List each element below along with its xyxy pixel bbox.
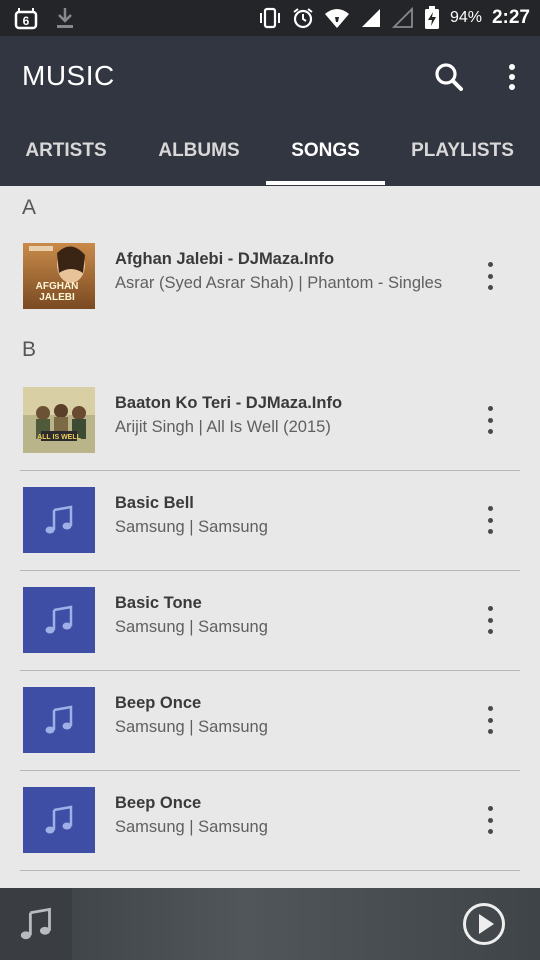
album-art-placeholder: [23, 787, 95, 853]
tab-albums[interactable]: ALBUMS: [132, 128, 266, 186]
album-art-placeholder: [23, 487, 95, 553]
mini-player[interactable]: [0, 888, 540, 960]
more-vert-icon[interactable]: [478, 506, 502, 534]
section-header-b: B: [22, 338, 37, 361]
signal-empty-icon: [391, 7, 413, 28]
music-note-icon: [45, 605, 73, 634]
svg-text:6: 6: [23, 14, 30, 28]
more-vert-icon[interactable]: [478, 806, 502, 834]
song-row[interactable]: ALL IS WELL Baaton Ko Teri - DJMaza.Info…: [0, 370, 540, 470]
tab-artists[interactable]: ARTISTS: [0, 128, 132, 186]
play-icon: [463, 903, 505, 945]
music-note-icon: [20, 907, 51, 940]
vibrate-icon: [259, 7, 280, 29]
svg-text:JALEBI: JALEBI: [39, 292, 75, 303]
app-title: MUSIC: [22, 60, 115, 91]
album-art-placeholder: [23, 587, 95, 653]
mini-player-art[interactable]: [0, 888, 72, 960]
more-vert-icon: [509, 64, 515, 90]
album-art: AFGHAN JALEBI: [23, 243, 95, 309]
tab-playlists[interactable]: PLAYLISTS: [385, 128, 540, 186]
music-note-icon: [45, 805, 73, 834]
song-subtitle: Samsung | Samsung: [115, 718, 268, 736]
alarm-icon: [293, 8, 313, 29]
song-row[interactable]: Beep Once Samsung | Samsung: [0, 670, 540, 770]
song-list[interactable]: A AFGHAN JALEBI Afghan Jalebi - DJMaza.I…: [0, 186, 540, 888]
battery-charging-icon: [424, 6, 439, 29]
song-title: Afghan Jalebi - DJMaza.Info: [115, 250, 335, 268]
app-bar: MUSIC ARTISTS ALBUMS SONGS PLAYLISTS: [0, 36, 540, 186]
search-icon: [435, 63, 463, 91]
signal-icon: [361, 9, 380, 27]
svg-text:AFGHAN: AFGHAN: [36, 281, 79, 292]
more-vert-icon[interactable]: [478, 406, 502, 434]
search-button[interactable]: [432, 60, 466, 94]
music-note-icon: [45, 505, 73, 534]
album-art-placeholder: [23, 687, 95, 753]
clock: 2:27: [491, 7, 530, 28]
song-subtitle: Arijit Singh | All Is Well (2015): [115, 418, 331, 436]
song-title: Basic Bell: [115, 494, 194, 512]
download-icon: [57, 8, 73, 28]
svg-text:ALL IS WELL: ALL IS WELL: [37, 434, 82, 441]
song-row[interactable]: Basic Bell Samsung | Samsung: [0, 470, 540, 570]
song-title: Beep Once: [115, 794, 202, 812]
song-row[interactable]: Beep Once Samsung | Samsung: [0, 770, 540, 870]
song-subtitle: Samsung | Samsung: [115, 818, 268, 836]
section-header-a: A: [22, 196, 37, 219]
album-art: ALL IS WELL: [23, 387, 95, 453]
song-subtitle: Samsung | Samsung: [115, 618, 268, 636]
song-subtitle: Asrar (Syed Asrar Shah) | Phantom - Sing…: [115, 274, 443, 292]
status-bar: 6 94% 2:27: [0, 0, 540, 36]
active-tab-indicator: [266, 181, 385, 185]
song-title: Beep Once: [115, 694, 202, 712]
overflow-menu-button[interactable]: [498, 60, 526, 94]
tab-bar: ARTISTS ALBUMS SONGS PLAYLISTS: [0, 128, 540, 186]
divider: [20, 870, 520, 871]
song-subtitle: Samsung | Samsung: [115, 518, 268, 536]
more-vert-icon[interactable]: [478, 706, 502, 734]
song-title: Basic Tone: [115, 594, 202, 612]
battery-percentage: 94%: [449, 9, 482, 26]
music-note-icon: [45, 705, 73, 734]
song-row[interactable]: Basic Tone Samsung | Samsung: [0, 570, 540, 670]
song-title: Baaton Ko Teri - DJMaza.Info: [115, 394, 343, 412]
more-vert-icon[interactable]: [478, 262, 502, 290]
play-button[interactable]: [462, 902, 506, 946]
more-vert-icon[interactable]: [478, 606, 502, 634]
notification-6-icon: 6: [14, 8, 38, 30]
wifi-icon: [324, 9, 349, 28]
tab-songs[interactable]: SONGS: [266, 128, 385, 186]
song-row[interactable]: AFGHAN JALEBI Afghan Jalebi - DJMaza.Inf…: [0, 226, 540, 326]
